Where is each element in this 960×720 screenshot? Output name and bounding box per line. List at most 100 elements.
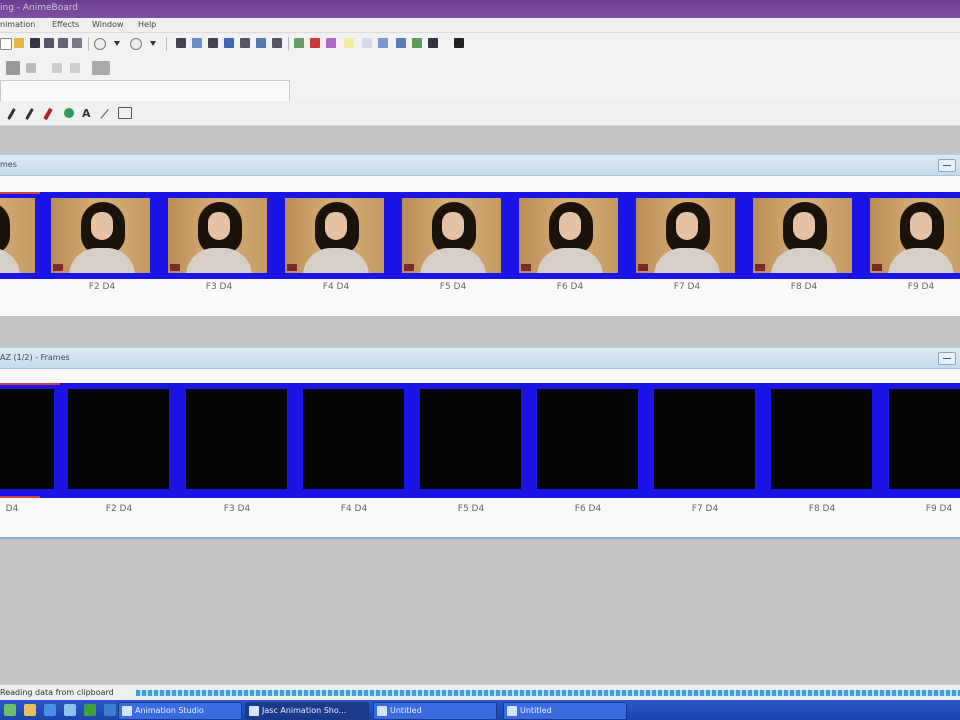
frame-thumbnail[interactable]: [771, 389, 872, 489]
frame-thumbnail[interactable]: [68, 389, 169, 489]
frame-label: F3 D4: [205, 282, 233, 292]
frame-label: F4 D4: [340, 504, 368, 514]
taskbar-item[interactable]: Animation Studio: [118, 702, 242, 720]
menu-help[interactable]: Help: [138, 20, 156, 29]
main-toolbar: [0, 33, 960, 57]
menu-effects[interactable]: Effects: [52, 20, 79, 29]
menu-animation[interactable]: nimation: [0, 20, 35, 29]
arrow-left-icon[interactable]: [26, 63, 36, 73]
new-file-icon[interactable]: [0, 38, 12, 50]
minimize-icon[interactable]: [938, 159, 956, 172]
copy-icon[interactable]: [192, 38, 202, 48]
frame-label: F8 D4: [808, 504, 836, 514]
frame-properties-icon[interactable]: [92, 61, 110, 75]
view-icon[interactable]: [412, 38, 422, 48]
frame-thumbnail[interactable]: [889, 389, 960, 489]
toolbar-separator: [166, 37, 167, 51]
frame-label: F6 D4: [556, 282, 584, 292]
open-folder-icon[interactable]: [14, 38, 24, 48]
selection-marker: [0, 192, 40, 194]
frames-panel: F2 D4 F3 D4 F4 D4 F5 D4 F6 D4 F7 D4 F8 D…: [0, 176, 960, 316]
undo-icon[interactable]: [94, 38, 106, 50]
transition-icon[interactable]: [310, 38, 320, 48]
minimize-icon[interactable]: [938, 352, 956, 365]
frame-label: F5 D4: [439, 282, 467, 292]
cut-icon[interactable]: [176, 38, 186, 48]
selection-marker: [0, 383, 60, 385]
frames-panel-title: mes: [0, 160, 17, 169]
toolbar-separator: [88, 37, 89, 51]
save-icon[interactable]: [30, 38, 40, 48]
progress-bar: [136, 690, 960, 696]
frame-thumbnail[interactable]: [186, 389, 287, 489]
frame-thumbnail[interactable]: [303, 389, 404, 489]
selection-marker: [0, 496, 40, 498]
text-tool-icon[interactable]: A: [82, 107, 92, 120]
properties-icon[interactable]: [72, 38, 82, 48]
redo-icon[interactable]: [130, 38, 142, 50]
marker-icon[interactable]: [43, 107, 53, 121]
frame-path-input[interactable]: [0, 80, 290, 102]
menu-bar: nimation Effects Window Help: [0, 18, 960, 33]
taskbar-item[interactable]: Untitled: [503, 702, 627, 720]
taskbar-item[interactable]: Untitled: [373, 702, 497, 720]
frame-strip: [0, 192, 960, 279]
status-bar: Reading data from clipboard: [0, 684, 960, 701]
pencil-icon[interactable]: [7, 108, 16, 120]
frames-panel-header: AZ (1/2) - Frames: [0, 347, 960, 369]
browser-icon[interactable]: [44, 704, 56, 716]
text-icon[interactable]: [344, 38, 354, 48]
frame-label: F7 D4: [691, 504, 719, 514]
frames-panel-header: mes: [0, 154, 960, 176]
frames-panel-title: AZ (1/2) - Frames: [0, 353, 70, 362]
line-tool-icon[interactable]: [100, 109, 109, 119]
brush-icon[interactable]: [25, 108, 34, 120]
frame-label: F5 D4: [457, 504, 485, 514]
app-icon[interactable]: [104, 704, 116, 716]
title-bar: ing - AnimeBoard: [0, 0, 960, 18]
folder-icon[interactable]: [24, 704, 36, 716]
frame-label: F2 D4: [88, 282, 116, 292]
next-icon[interactable]: [70, 63, 80, 73]
frame-select-icon[interactable]: [6, 61, 20, 75]
frame-thumbnail[interactable]: [0, 389, 54, 489]
film-icon[interactable]: [428, 38, 438, 48]
frame-strip: [0, 383, 960, 498]
play-icon[interactable]: [396, 38, 406, 48]
frame-thumbnail[interactable]: [537, 389, 638, 489]
frame-label: F3 D4: [223, 504, 251, 514]
prev-icon[interactable]: [52, 63, 62, 73]
frame-label: F8 D4: [790, 282, 818, 292]
delete-frame-icon[interactable]: [272, 38, 282, 48]
paste-frame-icon[interactable]: [224, 38, 234, 48]
taskbar-item[interactable]: Jasc Animation Sho...: [245, 702, 369, 720]
desktop-icon[interactable]: [4, 704, 16, 716]
effects-icon[interactable]: [326, 38, 336, 48]
link-icon[interactable]: [294, 38, 304, 48]
frame-label: F6 D4: [574, 504, 602, 514]
preview-icon[interactable]: [378, 38, 388, 48]
paste-icon[interactable]: [208, 38, 218, 48]
chevron-down-icon[interactable]: [150, 41, 156, 46]
save-all-icon[interactable]: [44, 38, 54, 48]
print-icon[interactable]: [58, 38, 68, 48]
insert-frame-icon[interactable]: [256, 38, 266, 48]
chevron-down-icon[interactable]: [114, 41, 120, 46]
frame-label: F7 D4: [673, 282, 701, 292]
menu-window[interactable]: Window: [92, 20, 124, 29]
duplicate-icon[interactable]: [240, 38, 250, 48]
media-icon[interactable]: [64, 704, 76, 716]
navigation-toolbar: [0, 57, 960, 79]
rectangle-tool-icon[interactable]: [118, 107, 132, 119]
messenger-icon[interactable]: [84, 704, 96, 716]
window-title: ing - AnimeBoard: [0, 3, 79, 13]
frame-thumbnail[interactable]: [654, 389, 755, 489]
image-icon[interactable]: [362, 38, 372, 48]
frame-label: F9 D4: [907, 282, 935, 292]
frame-thumbnail[interactable]: [420, 389, 521, 489]
frame-label: D4: [5, 504, 19, 514]
frames-panel: D4 F2 D4 F3 D4 F4 D4 F5 D4 F6 D4 F7 D4 F…: [0, 369, 960, 539]
fill-icon[interactable]: [64, 108, 74, 118]
frame-label: F9 D4: [925, 504, 953, 514]
help-pointer-icon[interactable]: [454, 38, 464, 48]
